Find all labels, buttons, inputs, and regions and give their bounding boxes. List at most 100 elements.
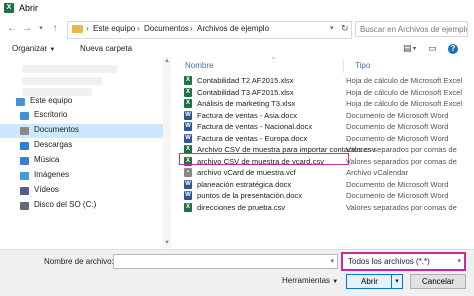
file-row[interactable]: Wplaneación estratégica.docx Documento de… bbox=[172, 179, 474, 191]
sidebar-item-label: Escritorio bbox=[34, 110, 68, 119]
folder-icon bbox=[72, 25, 83, 33]
breadcrumb-sample-files[interactable]: Archivos de ejemplo bbox=[197, 24, 269, 33]
forward-arrow-icon[interactable]: → bbox=[21, 23, 33, 35]
file-row[interactable]: Wpuntos de la presentación.docx Documento… bbox=[172, 190, 474, 202]
sidebar-item[interactable]: Imágenes bbox=[0, 169, 170, 183]
file-name: Contabilidad T3 AF2015.xlsx bbox=[197, 87, 294, 97]
file-row[interactable]: ▪ archivo vCard de muestra.vcf Archivo vCa… bbox=[172, 167, 474, 179]
word-file-icon: W bbox=[184, 110, 192, 120]
file-row[interactable]: Xdirecciones de prueba.csv Valores separa… bbox=[172, 202, 474, 214]
sidebar-scrollbar[interactable]: ▲ ▼ bbox=[163, 57, 171, 249]
downloads-icon bbox=[20, 142, 29, 150]
sidebar-item-this-pc[interactable]: Este equipo bbox=[0, 95, 170, 109]
file-type: Hoja de cálculo de Microsoft Excel bbox=[346, 99, 463, 108]
file-name: direcciones de prueba.csv bbox=[197, 202, 286, 212]
vcard-file-icon: ▪ bbox=[184, 168, 192, 177]
file-type: Hoja de cálculo de Microsoft Excel bbox=[346, 87, 463, 97]
file-row[interactable]: W Factura de ventas - Asia.docx Documento … bbox=[172, 110, 474, 122]
file-type: Documento de Microsoft Word bbox=[346, 191, 449, 200]
sidebar-item[interactable]: Disco del SO (C:) bbox=[0, 199, 170, 213]
back-arrow-icon[interactable]: ← bbox=[6, 23, 18, 35]
address-dropdown-icon[interactable]: ▾ bbox=[330, 24, 334, 32]
scroll-up-icon[interactable]: ▲ bbox=[163, 58, 171, 64]
up-arrow-icon[interactable]: ↑ bbox=[49, 23, 61, 35]
chevron-down-icon: ▼ bbox=[332, 279, 339, 285]
computer-icon bbox=[16, 98, 25, 106]
recent-locations-chevron-icon[interactable]: ▾ bbox=[35, 23, 47, 35]
organize-button[interactable]: Organizar ▼ bbox=[12, 44, 55, 53]
sidebar-item-label: Disco del SO (C:) bbox=[34, 200, 97, 209]
chevron-down-icon[interactable]: ▾ bbox=[330, 257, 334, 265]
sidebar-item[interactable]: Música bbox=[0, 154, 170, 168]
file-row[interactable]: W Factura de ventas - Nacional.docx Docume… bbox=[172, 121, 474, 133]
window-title: Abrir bbox=[19, 3, 39, 13]
column-header-type[interactable]: Tipo bbox=[355, 61, 370, 70]
sort-chevron-icon: ^ bbox=[272, 57, 275, 63]
file-name: Análisis de marketing T3.xlsx bbox=[197, 99, 296, 108]
refresh-icon[interactable]: ↻ bbox=[341, 23, 349, 34]
file-type: Valores separados por comas de bbox=[346, 156, 457, 166]
pictures-icon bbox=[20, 172, 29, 180]
title-bar: X Abrir bbox=[0, 0, 474, 18]
file-type: Documento de Microsoft Word bbox=[346, 122, 449, 131]
excel-file-icon: X bbox=[184, 99, 192, 108]
file-type: Documento de Microsoft Word bbox=[346, 179, 449, 189]
open-button[interactable]: Abrir bbox=[346, 274, 393, 289]
file-row[interactable]: W Factura de ventas - Europa.docx Document… bbox=[172, 133, 474, 145]
sidebar-item[interactable]: Vídeos bbox=[0, 184, 170, 198]
file-type: Documento de Microsoft Word bbox=[346, 110, 449, 120]
file-row[interactable]: X Análisis de marketing T3.xlsx Hoja de cá… bbox=[172, 98, 474, 110]
filename-input[interactable]: ▾ bbox=[113, 254, 338, 269]
breadcrumb-documents[interactable]: Documentos bbox=[144, 24, 189, 33]
cancel-button[interactable]: Cancelar bbox=[410, 274, 466, 289]
file-type-select[interactable]: Todos los archivos (*.*) ▾ bbox=[341, 252, 466, 271]
file-type: Valores separados por comas de bbox=[346, 145, 457, 154]
view-options-icon[interactable]: ▤ bbox=[403, 43, 412, 54]
tools-label: Herramientas bbox=[282, 276, 331, 285]
navigation-bar: ← → ▾ ↑ › Este equipo › Documentos › Arc… bbox=[0, 17, 474, 42]
breadcrumb-separator-icon[interactable]: › bbox=[86, 24, 89, 33]
blurred-item bbox=[22, 65, 117, 73]
view-chevron-icon[interactable]: ▾ bbox=[413, 45, 416, 52]
sidebar-item[interactable]: Documentos bbox=[0, 124, 170, 138]
sidebar-item-label: Este equipo bbox=[30, 96, 73, 105]
search-input[interactable]: Buscar en Archivos de ejemplo bbox=[355, 21, 468, 37]
file-row[interactable]: X Contabilidad T2 AF2015.xlsx Hoja de cálc… bbox=[172, 75, 474, 87]
dialog-footer: Nombre de archivo: ▾ Todos los archivos … bbox=[0, 249, 474, 296]
column-header-name[interactable]: Nombre bbox=[185, 61, 213, 70]
file-name: archivo vCard de muestra.vcf bbox=[197, 168, 296, 177]
file-name: Factura de ventas - Nacional.docx bbox=[197, 122, 313, 131]
help-icon[interactable]: ? bbox=[448, 44, 458, 54]
file-name: puntos de la presentación.docx bbox=[197, 191, 303, 200]
sidebar-item[interactable]: Descargas bbox=[0, 139, 170, 153]
file-row[interactable]: X Contabilidad T3 AF2015.xlsx Hoja de cálc… bbox=[172, 87, 474, 99]
breadcrumb-separator-icon[interactable]: › bbox=[137, 24, 140, 33]
breadcrumb-this-pc[interactable]: Este equipo bbox=[93, 24, 135, 33]
sidebar-item-label: Vídeos bbox=[34, 185, 59, 194]
file-type-value: Todos los archivos (*.*) bbox=[348, 257, 430, 266]
open-options-chevron-icon[interactable]: ▾ bbox=[391, 274, 403, 289]
file-type: Hoja de cálculo de Microsoft Excel bbox=[346, 76, 463, 85]
file-type: Valores separados por comas de bbox=[346, 202, 457, 212]
preview-pane-icon[interactable]: ▭ bbox=[428, 43, 437, 54]
column-divider[interactable] bbox=[343, 59, 344, 73]
videos-icon bbox=[20, 187, 29, 195]
tools-button[interactable]: Herramientas ▼ bbox=[282, 276, 338, 285]
column-header-row bbox=[172, 57, 474, 73]
word-file-icon: W bbox=[184, 191, 192, 200]
file-name: Factura de ventas - Asia.docx bbox=[197, 110, 298, 120]
address-bar[interactable]: › Este equipo › Documentos › Archivos de… bbox=[67, 21, 352, 39]
excel-app-icon: X bbox=[4, 3, 14, 13]
sidebar-item[interactable]: Escritorio bbox=[0, 109, 170, 123]
scroll-down-icon[interactable]: ▼ bbox=[163, 240, 171, 246]
chevron-down-icon: ▼ bbox=[49, 47, 56, 53]
breadcrumb-separator-icon[interactable]: › bbox=[190, 24, 193, 33]
desktop-icon bbox=[20, 112, 29, 120]
file-name: Contabilidad T2 AF2015.xlsx bbox=[197, 76, 294, 85]
filename-label: Nombre de archivo: bbox=[44, 257, 114, 266]
navigation-pane: Este equipo Escritorio Documentos Descarga… bbox=[0, 57, 171, 249]
word-file-icon: W bbox=[184, 179, 192, 189]
excel-file-icon: X bbox=[184, 202, 192, 212]
new-folder-button[interactable]: Nueva carpeta bbox=[80, 44, 132, 53]
sidebar-item-label: Música bbox=[34, 155, 60, 164]
